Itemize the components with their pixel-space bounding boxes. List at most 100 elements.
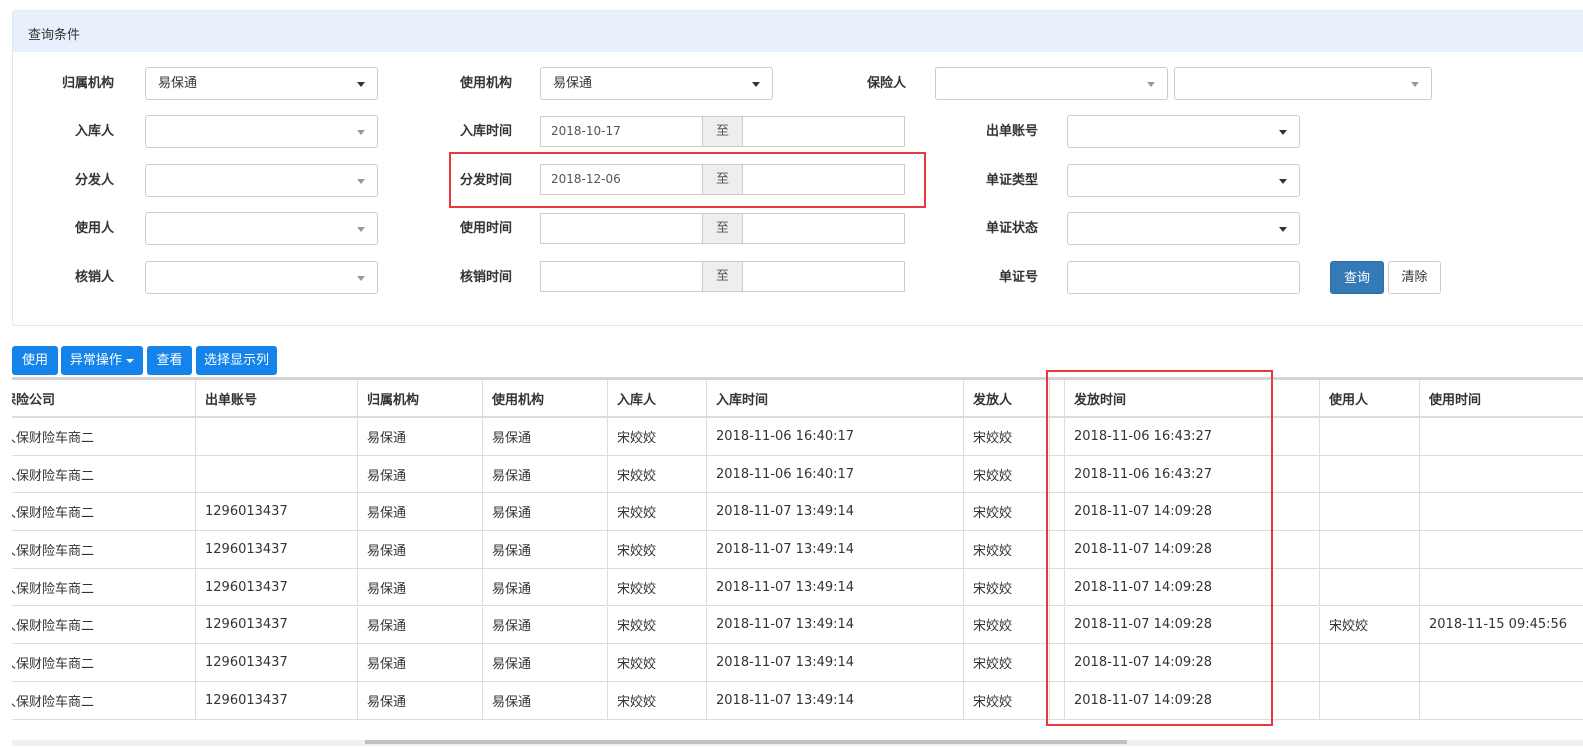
highlight-box-distribute-time	[449, 152, 926, 208]
verify-time-from-input[interactable]	[540, 261, 703, 292]
table-cell: 宋姣姣	[963, 455, 1049, 493]
use-time-label: 使用时间	[459, 221, 512, 236]
table-cell: 2018-11-07 13:49:14	[706, 493, 963, 531]
doc-no-input[interactable]	[1067, 261, 1300, 294]
owner-org-label: 归属机构	[61, 76, 114, 91]
table-row[interactable]: 人保财险车商二 易保通 易保通 宋姣姣 2018-11-06 16:40:17 宋姣姣 20…	[12, 455, 1583, 494]
distributor-select[interactable]	[145, 164, 378, 197]
table-cell: 1296013437	[195, 493, 357, 531]
column-header: 入库时间	[706, 380, 963, 416]
caret-down-icon	[1279, 227, 1287, 232]
column-header: 发放人	[963, 380, 1049, 416]
table-cell	[195, 418, 357, 455]
verify-time-to-input[interactable]	[742, 261, 905, 292]
table-cell	[1319, 644, 1419, 681]
column-header: 使用机构	[482, 380, 607, 416]
issue-account-label: 出单账号	[985, 124, 1038, 139]
table-cell: 易保通	[357, 681, 482, 719]
use-org-select[interactable]: 易保通	[540, 67, 773, 100]
table-cell: 易保通	[482, 531, 607, 568]
table-cell: 2018-11-07 13:49:14	[706, 644, 963, 681]
view-button[interactable]: 查看	[147, 346, 192, 375]
caret-down-icon	[1279, 130, 1287, 135]
doc-type-label: 单证类型	[985, 173, 1038, 188]
column-header: 使用人	[1319, 380, 1419, 416]
insurer-label: 保险人	[866, 76, 906, 91]
verifier-select[interactable]	[145, 261, 378, 294]
table-cell: 2018-11-06 16:40:17	[706, 455, 963, 493]
table-cell: 2018-11-07 13:49:14	[706, 531, 963, 568]
highlight-box-issue-time	[1046, 370, 1273, 726]
caret-down-icon	[752, 82, 760, 87]
distributor-label: 分发人	[74, 173, 114, 188]
table-cell: 易保通	[357, 606, 482, 644]
doc-status-select[interactable]	[1067, 212, 1300, 245]
table-cell: 易保通	[357, 568, 482, 606]
table-row[interactable]: 人保财险车商二 1296013437 易保通 易保通 宋姣姣 2018-11-07 13:…	[12, 681, 1583, 720]
caret-down-icon	[126, 358, 135, 363]
table-cell: 人保财险车商二	[12, 657, 95, 673]
use-time-to-addon: 至	[702, 213, 743, 244]
table-cell	[1419, 531, 1583, 568]
stock-time-label: 入库时间	[459, 124, 512, 139]
select-columns-button[interactable]: 选择显示列	[196, 346, 277, 375]
query-button[interactable]: 查询	[1330, 261, 1384, 294]
use-org-label: 使用机构	[459, 76, 512, 91]
insurer-select-2[interactable]	[1174, 67, 1432, 100]
table-cell: 宋姣姣	[607, 418, 706, 455]
table-cell	[1419, 681, 1583, 719]
table-cell: 易保通	[357, 455, 482, 493]
use-button[interactable]: 使用	[12, 346, 58, 375]
scrollbar-thumb[interactable]	[365, 740, 1127, 744]
table-cell	[1419, 644, 1583, 681]
table-row[interactable]: 人保财险车商二 1296013437 易保通 易保通 宋姣姣 2018-11-07 13:…	[12, 493, 1583, 532]
stock-person-select[interactable]	[145, 115, 378, 148]
use-time-from-input[interactable]	[540, 213, 703, 244]
table-cell: 易保通	[357, 493, 482, 531]
doc-no-label: 单证号	[998, 270, 1038, 285]
table-cell: 人保财险车商二	[12, 430, 95, 446]
caret-down-icon	[357, 179, 365, 184]
table-cell: 宋姣姣	[607, 531, 706, 568]
abnormal-ops-dropdown[interactable]: 异常操作	[61, 346, 143, 375]
caret-down-icon	[1279, 179, 1287, 184]
stock-person-label: 入库人	[74, 124, 114, 139]
data-table: 保险公司出单账号归属机构使用机构入库人入库时间发放人发放时间使用人使用时间人保财…	[12, 377, 1583, 720]
table-cell: 易保通	[357, 418, 482, 455]
insurer-select-1[interactable]	[935, 67, 1168, 100]
stock-time-from-input[interactable]: 2018-10-17	[540, 116, 703, 147]
table-cell	[1419, 568, 1583, 606]
table-cell: 1296013437	[195, 606, 357, 644]
table-cell: 易保通	[357, 644, 482, 681]
abnormal-ops-label: 异常操作	[69, 353, 122, 368]
column-header: 归属机构	[357, 380, 482, 416]
table-cell: 宋姣姣	[963, 418, 1049, 455]
table-cell: 1296013437	[195, 568, 357, 606]
clear-button[interactable]: 清除	[1388, 261, 1441, 294]
table-cell	[1419, 455, 1583, 493]
table-row[interactable]: 人保财险车商二 1296013437 易保通 易保通 宋姣姣 2018-11-07 13:…	[12, 606, 1583, 645]
table-row[interactable]: 人保财险车商二 1296013437 易保通 易保通 宋姣姣 2018-11-07 13:…	[12, 531, 1583, 569]
table-cell: 1296013437	[195, 644, 357, 681]
table-row[interactable]: 人保财险车商二 1296013437 易保通 易保通 宋姣姣 2018-11-07 13:…	[12, 644, 1583, 682]
doc-type-select[interactable]	[1067, 164, 1300, 197]
column-header: 出单账号	[195, 380, 357, 416]
caret-down-icon	[1147, 82, 1155, 87]
user-select[interactable]	[145, 212, 378, 245]
table-row[interactable]: 人保财险车商二 易保通 易保通 宋姣姣 2018-11-06 16:40:17 宋姣姣 20…	[12, 418, 1583, 456]
stock-time-to-input[interactable]	[742, 116, 905, 147]
doc-status-label: 单证状态	[985, 221, 1038, 236]
table-cell: 人保财险车商二	[12, 581, 95, 597]
owner-org-select[interactable]: 易保通	[145, 67, 378, 100]
column-header: 保险公司	[12, 392, 56, 408]
table-header-row: 保险公司出单账号归属机构使用机构入库人入库时间发放人发放时间使用人使用时间	[12, 377, 1583, 418]
issue-account-select[interactable]	[1067, 115, 1300, 148]
use-time-to-input[interactable]	[742, 213, 905, 244]
caret-down-icon	[357, 227, 365, 232]
panel-title: 查询条件	[13, 11, 1583, 52]
table-cell: 易保通	[357, 531, 482, 568]
table-row[interactable]: 人保财险车商二 1296013437 易保通 易保通 宋姣姣 2018-11-07 13:…	[12, 568, 1583, 607]
column-header: 使用时间	[1419, 380, 1583, 416]
horizontal-scrollbar[interactable]	[12, 740, 1583, 746]
table-cell: 易保通	[482, 418, 607, 455]
